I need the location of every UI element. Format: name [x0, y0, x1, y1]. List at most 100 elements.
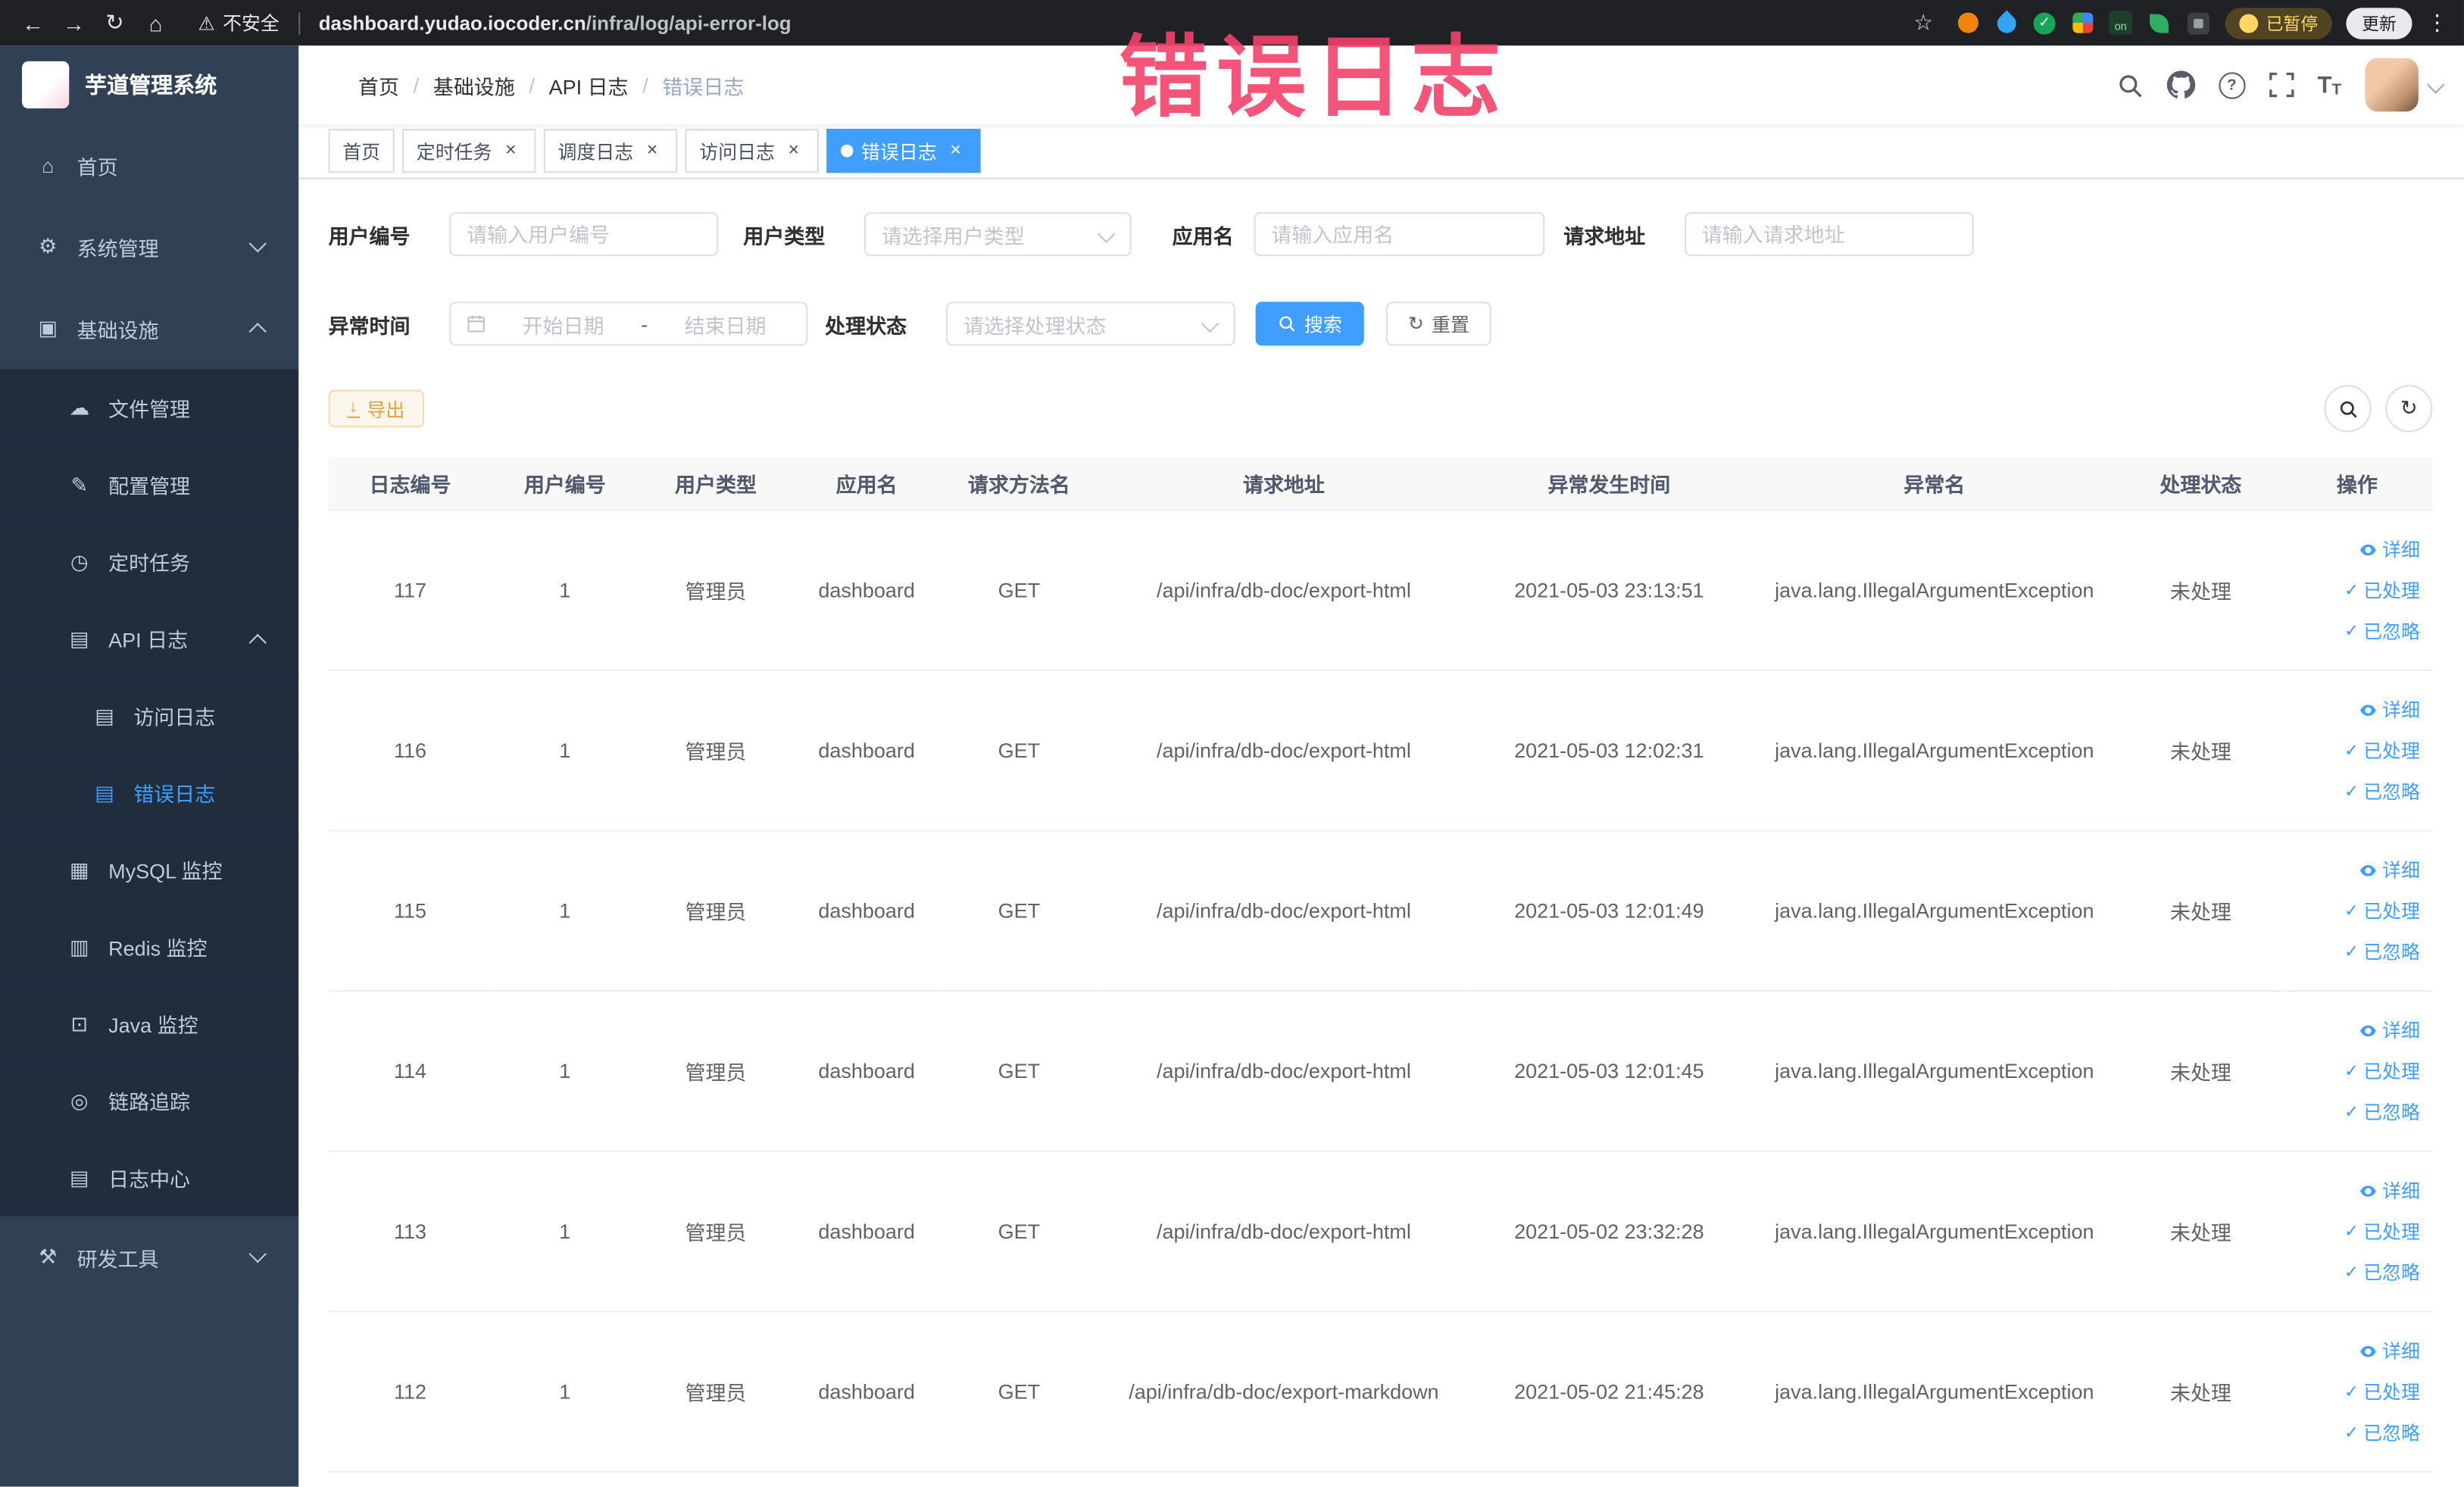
tab-错误日志[interactable]: 错误日志 × — [826, 129, 981, 173]
row-action-processed-link[interactable]: ✓ 已处理 — [2290, 570, 2420, 611]
row-action-processed-link[interactable]: ✓ 已处理 — [2290, 890, 2420, 931]
export-button[interactable]: ↓ 导出 — [328, 389, 424, 428]
home-icon[interactable]: ⌂ — [139, 5, 173, 40]
cell-request-url: /api/infra/db-doc/export-html — [1098, 670, 1469, 832]
reload-icon[interactable]: ↻ — [98, 5, 133, 40]
row-action-label: 已忽略 — [2363, 780, 2420, 803]
fullscreen-icon[interactable] — [2269, 72, 2294, 98]
sidebar-item-config[interactable]: ✎ 配置管理 — [0, 446, 299, 523]
sidebar-item-file[interactable]: ☁ 文件管理 — [0, 369, 299, 447]
row-action-processed-link[interactable]: ✓ 已处理 — [2290, 730, 2420, 771]
row-action-ignored-link[interactable]: ✓ 已忽略 — [2290, 1251, 2420, 1292]
request-url-input[interactable] — [1684, 212, 1974, 257]
sidebar-item-job[interactable]: ◷ 定时任务 — [0, 523, 299, 601]
font-size-icon[interactable]: TT — [2317, 71, 2341, 98]
row-action-detail-link[interactable]: 详细 — [2290, 529, 2420, 570]
toggle-search-button[interactable] — [2324, 385, 2372, 433]
extension-grid-icon[interactable] — [2069, 10, 2094, 35]
process-status-select[interactable]: 请选择处理状态 — [945, 301, 1235, 346]
row-action-detail-link[interactable]: 详细 — [2290, 1010, 2420, 1051]
filter-row-2: 异常时间 开始日期 - 结束日期 处理状态 请选择处理状态 搜索 ↻ 重置 — [329, 301, 2433, 346]
tab-close-icon[interactable]: × — [642, 139, 664, 162]
row-action-processed-link[interactable]: ✓ 已处理 — [2290, 1051, 2420, 1092]
tab-调度日志[interactable]: 调度日志 × — [543, 129, 678, 173]
row-action-detail-link[interactable]: 详细 — [2290, 1330, 2420, 1371]
user-id-input[interactable] — [449, 212, 719, 257]
extension-puzzle-icon[interactable] — [2186, 10, 2211, 35]
extension-leaf-icon[interactable] — [2147, 10, 2172, 35]
logo-row[interactable]: 芋道管理系统 — [0, 45, 298, 124]
cell-user-id: 1 — [492, 1151, 639, 1313]
bookmark-star-icon[interactable]: ☆ — [1906, 5, 1941, 40]
browser-menu-icon[interactable]: ⋮ — [2426, 9, 2448, 36]
row-action-processed-link[interactable]: ✓ 已处理 — [2290, 1211, 2420, 1251]
exception-time-range-picker[interactable]: 开始日期 - 结束日期 — [449, 301, 808, 346]
security-chip[interactable]: ⚠ 不安全 — [198, 9, 279, 36]
search-button[interactable]: 搜索 — [1255, 301, 1364, 346]
eye-icon — [2359, 540, 2378, 559]
sidebar-item-tracer[interactable]: ◎ 链路追踪 — [0, 1062, 299, 1140]
sidebar-item-mysql[interactable]: ▦ MySQL 监控 — [0, 831, 299, 909]
sidebar-item-access-log[interactable]: ▤ 访问日志 — [0, 677, 299, 754]
row-action-ignored-link[interactable]: ✓ 已忽略 — [2290, 1412, 2420, 1453]
sidebar-item-error-log[interactable]: ▤ 错误日志 — [0, 754, 299, 832]
sidebar-item-redis[interactable]: ▥ Redis 监控 — [0, 908, 299, 986]
gear-icon: ⚙ — [39, 234, 58, 258]
breadcrumb-item[interactable]: API 日志 — [549, 70, 629, 99]
extension-orange-icon[interactable] — [1955, 10, 1980, 35]
row-action-detail-link[interactable]: 详细 — [2290, 1170, 2420, 1211]
extension-on-badge-icon[interactable]: on — [2109, 11, 2133, 35]
app-name-input[interactable] — [1254, 212, 1545, 257]
reset-button[interactable]: ↻ 重置 — [1385, 301, 1491, 346]
cell-request-method: GET — [939, 510, 1099, 671]
extension-check-icon[interactable]: ✓ — [2033, 11, 2056, 34]
github-icon[interactable] — [2166, 70, 2195, 98]
refresh-table-button[interactable]: ↻ — [2385, 385, 2433, 433]
sidebar-item-api-log[interactable]: ▤ API 日志 — [0, 600, 299, 678]
extension-drop-icon[interactable] — [1993, 9, 2020, 36]
tab-close-icon[interactable]: × — [500, 139, 522, 162]
caret-down-icon — [2426, 76, 2445, 94]
search-icon[interactable] — [2116, 71, 2143, 98]
row-action-detail-link[interactable]: 详细 — [2290, 849, 2420, 890]
user-menu[interactable] — [2365, 58, 2445, 112]
sidebar-item-java[interactable]: ⊡ Java 监控 — [0, 985, 299, 1063]
row-action-ignored-link[interactable]: ✓ 已忽略 — [2290, 771, 2420, 812]
tab-访问日志[interactable]: 访问日志 × — [685, 129, 819, 173]
chevron-icon — [248, 1245, 267, 1264]
cell-status: 未处理 — [2119, 991, 2282, 1152]
tab-close-icon[interactable]: × — [782, 139, 804, 162]
cell-app-name: dashboard — [793, 1151, 940, 1313]
cell-exception-time: 2021-05-03 12:01:45 — [1469, 991, 1750, 1152]
row-action-ignored-link[interactable]: ✓ 已忽略 — [2290, 1092, 2420, 1132]
browser-window: ← → ↻ ⌂ ⚠ 不安全 dashboard.yudao.iocoder.cn… — [0, 0, 2464, 1487]
tab-定时任务[interactable]: 定时任务 × — [402, 129, 536, 173]
forward-icon[interactable]: → — [57, 5, 92, 40]
back-icon[interactable]: ← — [16, 5, 51, 40]
sidebar-item-infra[interactable]: ▣ 基础设施 — [0, 287, 299, 370]
tab-close-icon[interactable]: × — [945, 139, 967, 162]
tab-首页[interactable]: 首页 — [328, 129, 395, 173]
sidebar-item-log-center[interactable]: ▤ 日志中心 — [0, 1139, 299, 1217]
update-button[interactable]: 更新 — [2346, 7, 2412, 39]
avatar[interactable] — [2365, 58, 2419, 112]
breadcrumb-item[interactable]: 基础设施 — [433, 70, 515, 99]
row-action-ignored-link[interactable]: ✓ 已忽略 — [2290, 611, 2420, 651]
sidebar-item-home[interactable]: ⌂ 首页 — [0, 123, 299, 206]
row-action-ignored-link[interactable]: ✓ 已忽略 — [2290, 931, 2420, 972]
sidebar-item-system[interactable]: ⚙ 系统管理 — [0, 205, 299, 288]
address-bar[interactable]: dashboard.yudao.iocoder.cn /infra/log/ap… — [319, 12, 792, 34]
paused-badge[interactable]: 已暂停 — [2225, 7, 2332, 39]
tabs-bar: 首页 定时任务 × 调度日志 × 访问日志 × 错误日志 × — [298, 123, 2464, 180]
sidebar-item-dev-tools[interactable]: ⚒ 研发工具 — [0, 1216, 299, 1298]
breadcrumb-item[interactable]: 首页 — [358, 70, 399, 99]
row-action-detail-link[interactable]: 详细 — [2290, 689, 2420, 730]
chevron-icon — [248, 633, 267, 651]
cell-log-id: 113 — [328, 1151, 492, 1313]
cell-log-id: 115 — [328, 830, 492, 992]
row-action-processed-link[interactable]: ✓ 已处理 — [2290, 1371, 2420, 1412]
row-action-label: 详细 — [2382, 1339, 2420, 1362]
breadcrumb: 首页 / 基础设施 / API 日志 / 错误日志 — [358, 70, 744, 99]
help-icon[interactable]: ? — [2218, 71, 2246, 98]
user-type-select[interactable]: 请选择用户类型 — [864, 212, 1132, 257]
